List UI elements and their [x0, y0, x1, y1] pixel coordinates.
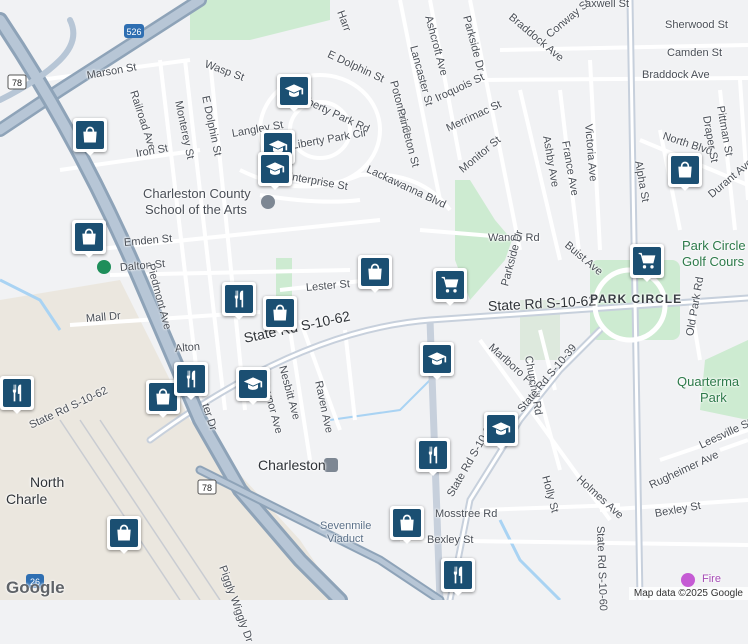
shop-pin[interactable] — [263, 296, 297, 334]
street-mosstree: Mosstree Rd — [435, 508, 498, 520]
shopping-bag-icon — [361, 258, 389, 286]
grocery-pin[interactable] — [433, 268, 467, 306]
shopping-bag-icon — [75, 223, 103, 251]
shopping-bag-icon — [393, 509, 421, 537]
shopping-bag-icon — [76, 121, 104, 149]
shopping-bag-icon — [110, 519, 138, 547]
place-sevenmile2: Viaduct — [327, 533, 364, 545]
svg-text:526: 526 — [126, 27, 141, 37]
shop-pin[interactable] — [358, 255, 392, 293]
place-north-charleston2: Charle — [6, 491, 48, 507]
grocery-pin[interactable] — [630, 244, 664, 282]
shopping-bag-icon — [266, 299, 294, 327]
svg-text:78: 78 — [202, 483, 212, 493]
google-logo: Google — [6, 578, 65, 597]
shop-dot-icon — [97, 260, 111, 274]
shop-pin[interactable] — [668, 153, 702, 191]
street-braddock: Braddock Ave — [642, 69, 710, 81]
school-icon — [261, 155, 289, 183]
school-pin[interactable] — [236, 367, 270, 405]
school-icon — [423, 345, 451, 373]
school-icon — [280, 77, 308, 105]
place-park-circle-golf2: Golf Cours — [682, 254, 745, 269]
school-pin[interactable] — [484, 412, 518, 450]
school-icon — [487, 415, 515, 443]
shop-pin[interactable] — [72, 220, 106, 258]
svg-text:78: 78 — [12, 78, 22, 88]
place-school-line2: School of the Arts — [145, 202, 247, 217]
place-charleston: Charleston — [258, 457, 326, 473]
shop-pin[interactable] — [107, 516, 141, 554]
highway-shield-78-a: 78 — [7, 74, 27, 90]
place-school-line1: Charleston County — [143, 186, 251, 201]
restaurant-pin[interactable] — [174, 362, 208, 400]
shopping-bag-icon — [671, 156, 699, 184]
school-pin[interactable] — [420, 342, 454, 380]
street-alton: Alton — [174, 340, 201, 355]
grocery-cart-icon — [633, 247, 661, 275]
highway-shield-78-b: 78 — [197, 479, 217, 495]
fire-station-icon — [681, 573, 695, 587]
transit-icon — [324, 458, 338, 472]
restaurant-pin[interactable] — [416, 438, 450, 476]
grocery-cart-icon — [436, 271, 464, 299]
street-camden: Camden St — [667, 47, 723, 59]
school-pin[interactable] — [258, 152, 292, 190]
school-icon — [239, 370, 267, 398]
restaurant-icon — [419, 441, 447, 469]
place-quartermaster1: Quarterma — [677, 374, 740, 389]
place-quartermaster2: Park — [700, 390, 727, 405]
place-north-charleston1: North — [30, 474, 65, 490]
school-pin[interactable] — [277, 74, 311, 112]
street-bexley-w: Bexley St — [427, 534, 474, 546]
restaurant-pin[interactable] — [0, 376, 34, 414]
restaurant-icon — [444, 561, 472, 589]
place-park-circle-golf: Park Circle — [682, 238, 746, 253]
shop-pin[interactable] — [390, 506, 424, 544]
restaurant-icon — [3, 379, 31, 407]
highway-shield-526: 526 — [124, 24, 144, 38]
place-park-circle: PARK CIRCLE — [590, 292, 683, 306]
restaurant-pin[interactable] — [222, 282, 256, 320]
map-attribution[interactable]: Map data ©2025 Google — [628, 587, 748, 600]
place-fire: Fire — [702, 573, 721, 585]
shop-pin[interactable] — [73, 118, 107, 156]
street-maxwell: axwell St — [585, 0, 630, 10]
restaurant-icon — [225, 285, 253, 313]
restaurant-pin[interactable] — [441, 558, 475, 596]
street-sherwood: Sherwood St — [665, 19, 728, 31]
shopping-bag-icon — [149, 383, 177, 411]
place-sevenmile1: Sevenmile — [320, 520, 372, 532]
restaurant-icon — [177, 365, 205, 393]
school-dot-icon — [261, 195, 275, 209]
